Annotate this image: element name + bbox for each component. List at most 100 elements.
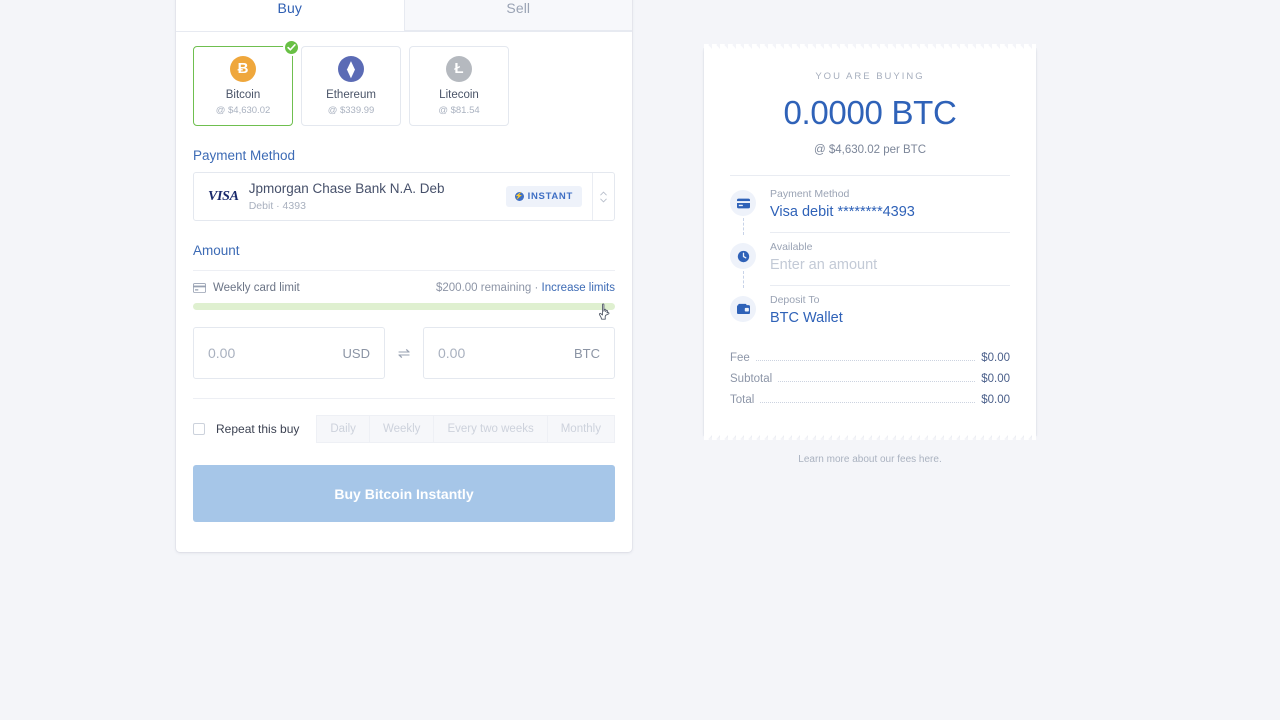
limit-row: Weekly card limit $200.00 remaining · In… xyxy=(193,270,615,294)
receipt-step-payment-method: Payment Method Visa debit ********4393 xyxy=(730,180,1010,235)
receipt-step-available: Available Enter an amount xyxy=(730,233,1010,288)
app-root: Buy Sell Ƀ Bitcoin @ $4,630.02 ⧫ Ethereu… xyxy=(0,0,1280,720)
wallet-icon xyxy=(730,296,756,322)
step-label-payment-method: Payment Method xyxy=(770,188,850,200)
buy-bitcoin-instantly-button[interactable]: Buy Bitcoin Instantly xyxy=(193,465,615,522)
step-content: Deposit To BTC Wallet xyxy=(770,286,1010,338)
selected-check-icon xyxy=(283,39,300,56)
crypto-name-bitcoin: Bitcoin xyxy=(225,88,261,101)
amount-section: Amount Weekly card limit $200.00 remaini… xyxy=(176,243,632,443)
tab-buy-label: Buy xyxy=(277,0,302,16)
payment-method-info: Jpmorgan Chase Bank N.A. Deb Debit · 439… xyxy=(249,181,506,212)
fiat-currency-label: USD xyxy=(342,345,370,361)
buy-button-label: Buy Bitcoin Instantly xyxy=(334,485,474,502)
card-limit-icon xyxy=(193,283,206,293)
receipt-top-edge xyxy=(704,44,1036,49)
fee-row-subtotal: Subtotal $0.00 xyxy=(730,373,1010,385)
repeat-buy-checkbox[interactable] xyxy=(193,423,205,435)
fee-value-subtotal: $0.00 xyxy=(981,373,1010,385)
limit-progress-bar xyxy=(193,303,615,310)
step-value-deposit-to: BTC Wallet xyxy=(770,310,843,326)
litecoin-glyph: Ł xyxy=(454,60,464,78)
amount-title: Amount xyxy=(193,243,240,258)
crypto-option-litecoin[interactable]: Ł Litecoin @ $81.54 xyxy=(409,46,509,126)
mouse-cursor-pointer xyxy=(598,303,610,320)
tab-sell[interactable]: Sell xyxy=(403,0,632,31)
buy-panel: Buy Sell Ƀ Bitcoin @ $4,630.02 ⧫ Ethereu… xyxy=(176,0,632,552)
crypto-price-bitcoin: @ $4,630.02 xyxy=(215,105,271,117)
chevron-down-icon xyxy=(600,198,607,203)
increase-limits-link[interactable]: Increase limits xyxy=(542,282,616,294)
swap-currency-button[interactable]: ⇌ xyxy=(385,344,423,362)
limit-label-group: Weekly card limit xyxy=(193,282,300,294)
fee-breakdown: Fee $0.00 Subtotal $0.00 Total $0.00 xyxy=(730,352,1010,406)
receipt-rate: @ $4,630.02 per BTC xyxy=(813,144,927,156)
receipt-steps: Payment Method Visa debit ********4393 A… xyxy=(730,180,1010,338)
fee-leader-dots xyxy=(778,381,976,382)
fee-leader-dots xyxy=(760,402,976,403)
fee-row-fee: Fee $0.00 xyxy=(730,352,1010,364)
repeat-buy-row: Repeat this buy Daily Weekly Every two w… xyxy=(193,398,615,443)
receipt-divider xyxy=(730,175,1010,176)
limit-label: Weekly card limit xyxy=(213,282,300,294)
fiat-amount-field[interactable]: 0.00 USD xyxy=(193,327,385,379)
fee-label-fee: Fee xyxy=(730,352,750,364)
fees-here-link[interactable]: here xyxy=(919,454,939,465)
frequency-option-monthly[interactable]: Monthly xyxy=(546,415,615,443)
step-label-deposit-to: Deposit To xyxy=(770,294,820,306)
step-value-available: Enter an amount xyxy=(770,257,878,273)
crypto-price-ethereum: @ $339.99 xyxy=(327,105,375,117)
crypto-option-ethereum[interactable]: ⧫ Ethereum @ $339.99 xyxy=(301,46,401,126)
instant-badge: ⚡ INSTANT xyxy=(505,186,582,207)
limit-status: $200.00 remaining · Increase limits xyxy=(436,282,615,294)
receipt-body: YOU ARE BUYING 0.0000 BTC @ $4,630.02 pe… xyxy=(704,49,1036,435)
frequency-option-weekly[interactable]: Weekly xyxy=(368,415,434,443)
fee-value-total: $0.00 xyxy=(981,394,1010,406)
fees-note: Learn more about our fees here. xyxy=(704,454,1036,465)
buy-sell-tabs: Buy Sell xyxy=(176,0,632,32)
frequency-option-daily[interactable]: Daily xyxy=(316,415,369,443)
crypto-amount-field[interactable]: 0.00 BTC xyxy=(423,327,615,379)
limit-remaining: $200.00 remaining xyxy=(435,282,532,294)
amount-inputs: 0.00 USD ⇌ 0.00 BTC xyxy=(193,327,615,379)
step-label-available: Available xyxy=(770,241,813,253)
payment-method-section: Payment Method VISA Jpmorgan Chase Bank … xyxy=(176,148,632,221)
crypto-name-ethereum: Ethereum xyxy=(326,88,376,101)
repeat-buy-label: Repeat this buy xyxy=(216,422,300,436)
clock-icon xyxy=(730,243,756,269)
payment-method-title: Payment Method xyxy=(193,148,296,163)
fee-value-fee: $0.00 xyxy=(981,352,1010,364)
crypto-name-litecoin: Litecoin xyxy=(439,88,479,101)
bitcoin-glyph: Ƀ xyxy=(237,60,249,78)
ethereum-glyph: ⧫ xyxy=(347,60,355,78)
fee-row-total: Total $0.00 xyxy=(730,394,1010,406)
frequency-option-every-two-weeks[interactable]: Every two weeks xyxy=(433,415,547,443)
order-summary-panel: YOU ARE BUYING 0.0000 BTC @ $4,630.02 pe… xyxy=(704,44,1036,465)
instant-bolt-icon: ⚡ xyxy=(514,192,524,201)
step-value-payment-method: Visa debit ********4393 xyxy=(770,204,915,220)
fee-leader-dots xyxy=(755,360,976,361)
tab-sell-label: Sell xyxy=(506,0,531,16)
step-content: Payment Method Visa debit ********4393 xyxy=(770,180,1010,233)
fees-note-suffix: . xyxy=(938,454,942,465)
credit-card-icon xyxy=(730,190,756,216)
fiat-amount-placeholder: 0.00 xyxy=(208,345,236,361)
step-content: Available Enter an amount xyxy=(770,233,1010,286)
chevron-up-icon xyxy=(600,190,607,195)
visa-logo: VISA xyxy=(208,188,239,204)
instant-badge-label: INSTANT xyxy=(527,191,573,202)
crypto-option-bitcoin[interactable]: Ƀ Bitcoin @ $4,630.02 xyxy=(193,39,300,126)
receipt-eyebrow: YOU ARE BUYING xyxy=(815,71,925,82)
ethereum-icon: ⧫ xyxy=(338,55,364,82)
payment-method-details: Debit · 4393 xyxy=(248,199,306,212)
receipt-bottom-edge xyxy=(704,435,1036,440)
bitcoin-icon: Ƀ xyxy=(230,55,256,82)
payment-method-stepper[interactable] xyxy=(592,173,614,220)
limit-separator: · xyxy=(534,282,539,294)
tab-buy[interactable]: Buy xyxy=(176,0,404,31)
fee-label-subtotal: Subtotal xyxy=(730,373,773,385)
payment-method-row[interactable]: VISA Jpmorgan Chase Bank N.A. Deb Debit … xyxy=(193,172,615,221)
crypto-price-litecoin: @ $81.54 xyxy=(438,105,480,117)
fee-label-total: Total xyxy=(730,394,755,406)
litecoin-icon: Ł xyxy=(446,55,472,82)
